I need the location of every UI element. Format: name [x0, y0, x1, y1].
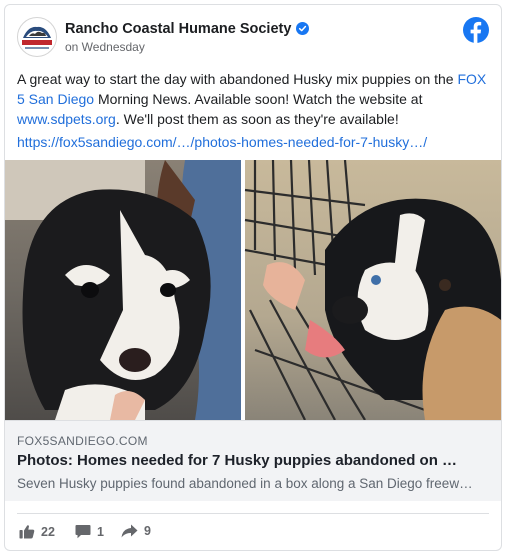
shares-count: 9 — [144, 524, 151, 538]
facebook-logo-icon[interactable] — [463, 17, 489, 43]
page-avatar[interactable] — [17, 17, 57, 57]
likes-count: 22 — [41, 524, 55, 539]
preview-headline[interactable]: Photos: Homes needed for 7 Husky puppies… — [17, 452, 489, 469]
like-icon — [19, 525, 35, 539]
humane-society-logo — [19, 19, 55, 55]
article-url-link[interactable]: https://fox5sandiego.com/…/photos-homes-… — [17, 133, 427, 151]
shares-stat[interactable]: 9 — [121, 524, 151, 538]
husky-puppies-photo — [5, 160, 501, 420]
post-body: A great way to start the day with abando… — [17, 69, 493, 129]
link-preview-image[interactable] — [5, 160, 501, 420]
preview-description: Seven Husky puppies found abandoned in a… — [17, 476, 473, 491]
post-text-part: Morning News. Available soon! Watch the … — [94, 91, 423, 107]
comments-count: 1 — [97, 524, 104, 539]
post-card: Rancho Coastal Humane Society on Wednesd… — [4, 4, 502, 551]
link-preview-caption[interactable]: FOX5SANDIEGO.COM Photos: Homes needed fo… — [5, 420, 501, 501]
sdpets-link[interactable]: www.sdpets.org — [17, 111, 116, 127]
comments-stat[interactable]: 1 — [75, 524, 104, 539]
page-name[interactable]: Rancho Coastal Humane Society — [65, 21, 310, 37]
comment-icon — [75, 525, 91, 539]
post-header: Rancho Coastal Humane Society on Wednesd… — [5, 5, 501, 63]
share-icon — [121, 524, 138, 538]
page-name-text[interactable]: Rancho Coastal Humane Society — [65, 21, 291, 37]
engagement-bar: 22 1 9 — [17, 513, 489, 550]
preview-domain: FOX5SANDIEGO.COM — [17, 434, 148, 448]
verified-badge-icon — [296, 22, 310, 35]
post-timestamp[interactable]: on Wednesday — [65, 40, 145, 54]
post-text-part: A great way to start the day with abando… — [17, 71, 458, 87]
likes-stat[interactable]: 22 — [19, 524, 55, 539]
post-text-part: . We'll post them as soon as they're ava… — [115, 111, 399, 127]
